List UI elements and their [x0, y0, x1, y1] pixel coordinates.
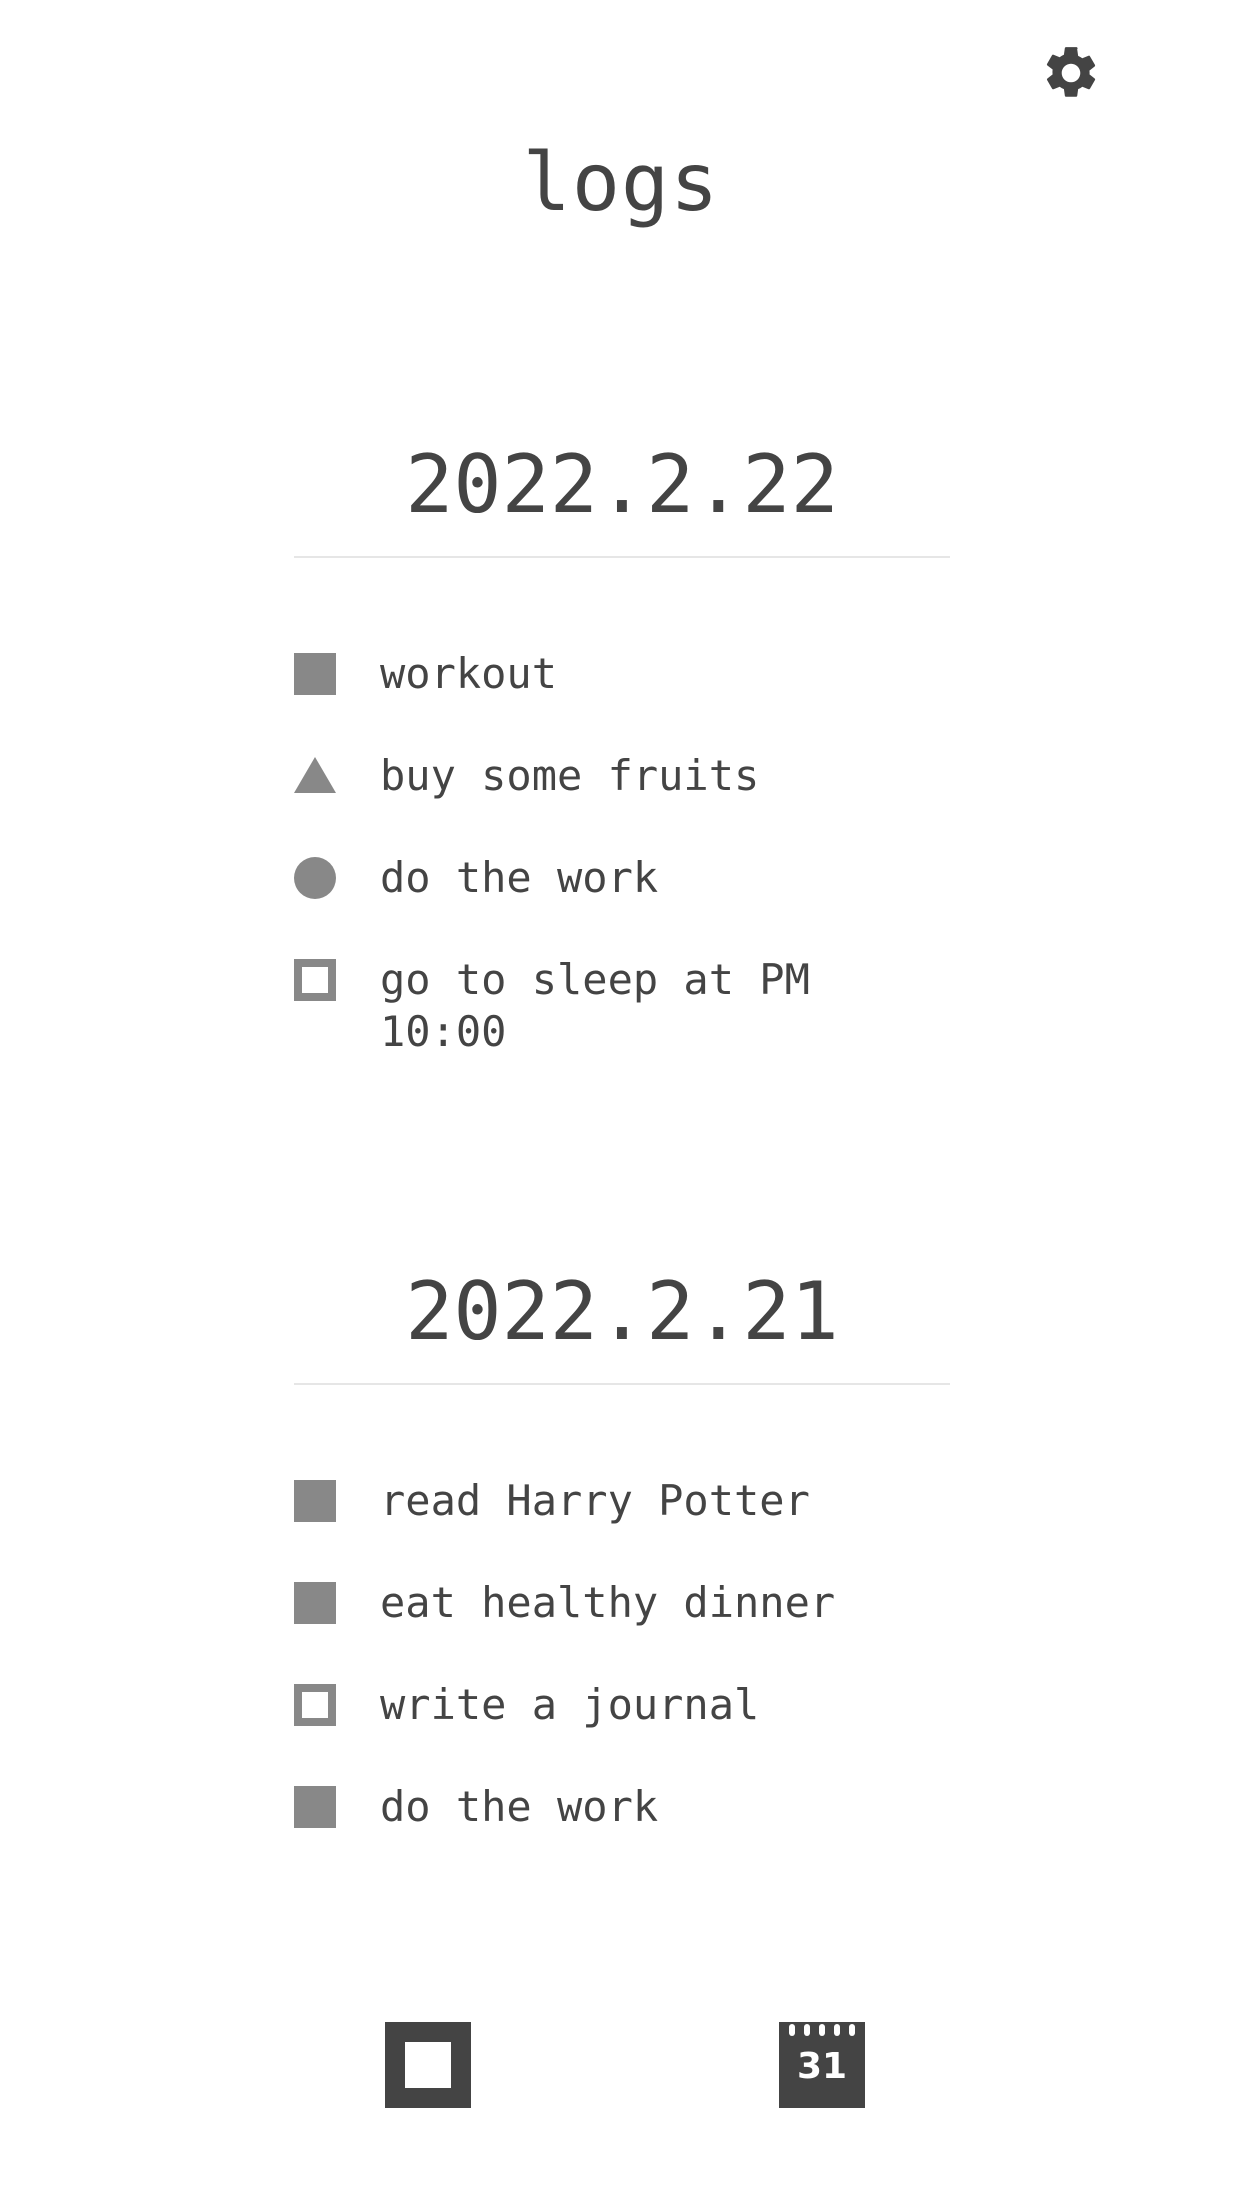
log-entry[interactable]: do the work: [294, 853, 950, 904]
log-entry-text: workout: [380, 649, 558, 698]
calendar-button[interactable]: 31: [779, 2022, 865, 2108]
log-entry[interactable]: write a journal: [294, 1680, 950, 1731]
filled-square-bullet-icon[interactable]: [294, 1582, 336, 1624]
calendar-day-number: 31: [796, 2046, 848, 2087]
log-entry-text: go to sleep at PM 10:00: [380, 955, 810, 1056]
log-entry-text: read Harry Potter: [380, 1476, 810, 1525]
page-title: logs: [522, 136, 720, 229]
circle-bullet-icon[interactable]: [294, 857, 336, 899]
log-day-section: 2022.2.22 workout buy some fruits do the…: [294, 430, 950, 1058]
settings-button[interactable]: [1040, 42, 1102, 104]
gear-icon: [1046, 47, 1096, 97]
filled-square-bullet-icon[interactable]: [294, 1480, 336, 1522]
calendar-icon: [789, 2024, 855, 2036]
filled-square-bullet-icon[interactable]: [294, 1786, 336, 1828]
log-entry-text: buy some fruits: [380, 751, 760, 800]
log-date-heading: 2022.2.21: [294, 1257, 950, 1385]
hollow-square-bullet-icon[interactable]: [294, 1684, 336, 1726]
log-entry-text: do the work: [380, 1782, 659, 1831]
log-entry[interactable]: go to sleep at PM 10:00: [294, 955, 950, 1058]
new-entry-button[interactable]: [385, 2022, 471, 2108]
log-day-section: 2022.2.21 read Harry Potter eat healthy …: [294, 1257, 950, 1833]
log-entry-text: do the work: [380, 853, 659, 902]
square-outline-icon: [405, 2042, 451, 2088]
log-entry-text: eat healthy dinner: [380, 1578, 836, 1627]
log-entry[interactable]: do the work: [294, 1782, 950, 1833]
log-entry[interactable]: buy some fruits: [294, 751, 950, 802]
log-entry-list: read Harry Potter eat healthy dinner wri…: [294, 1476, 950, 1833]
log-entry-list: workout buy some fruits do the work go t…: [294, 649, 950, 1058]
log-entry[interactable]: workout: [294, 649, 950, 700]
filled-square-bullet-icon[interactable]: [294, 653, 336, 695]
hollow-square-bullet-icon[interactable]: [294, 959, 336, 1001]
log-date-heading: 2022.2.22: [294, 430, 950, 558]
log-entry[interactable]: eat healthy dinner: [294, 1578, 950, 1629]
log-entry[interactable]: read Harry Potter: [294, 1476, 950, 1527]
log-entry-text: write a journal: [380, 1680, 760, 1729]
